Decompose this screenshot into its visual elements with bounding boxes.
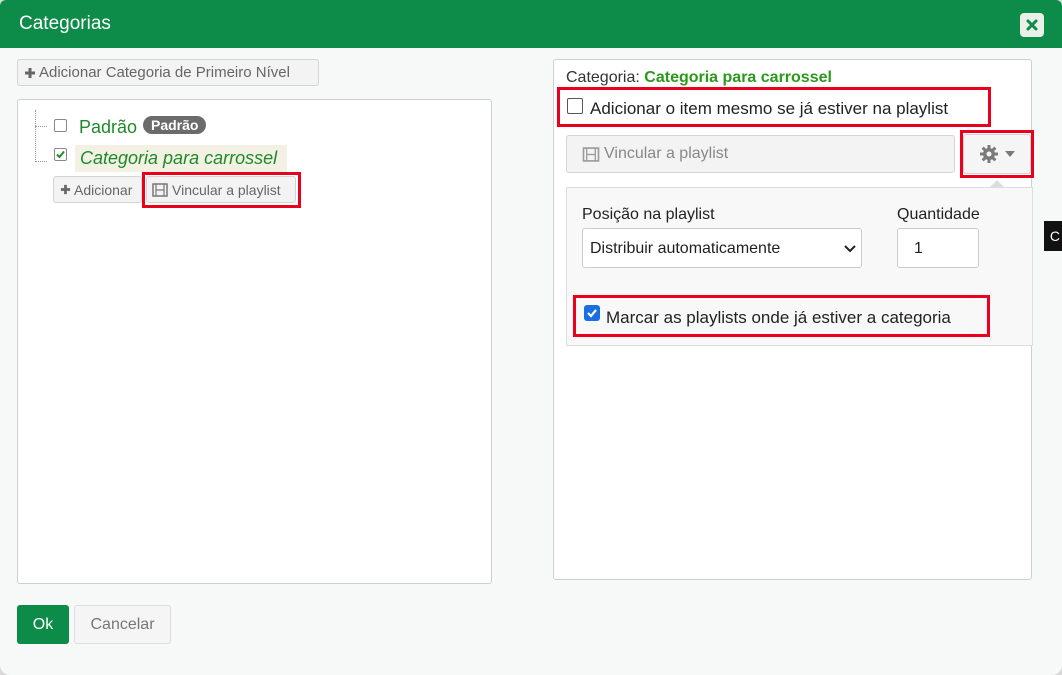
position-label: Posição na playlist (582, 206, 715, 223)
add-even-if-present-checkbox[interactable] (567, 98, 583, 114)
add-top-level-category-button[interactable]: Adicionar Categoria de Primeiro Nível (17, 59, 319, 86)
settings-dropdown-button[interactable] (963, 134, 1031, 174)
dialog-title: Categorias (19, 13, 111, 34)
position-select-value: Distribuir automaticamente (590, 240, 781, 257)
category-title: Categoria: Categoria para carrossel (566, 69, 832, 87)
ok-button[interactable]: Ok (17, 605, 69, 644)
caret-down-icon (1005, 151, 1015, 157)
close-icon (1026, 19, 1038, 31)
quantity-input[interactable]: 1 (897, 228, 979, 268)
check-icon (587, 309, 597, 318)
add-top-level-category-label: Adicionar Categoria de Primeiro Nível (39, 64, 290, 81)
link-playlist-button[interactable]: Vincular a playlist (566, 135, 955, 173)
categories-dialog: Categorias Adicionar Categoria de Primei… (0, 0, 1062, 675)
film-icon (152, 182, 168, 197)
close-button[interactable] (1020, 13, 1044, 37)
link-playlist-tree-label: Vincular a playlist (172, 181, 281, 198)
tree-item-label-padrao[interactable]: Padrão (79, 117, 137, 138)
gear-icon (980, 145, 998, 163)
add-even-if-present-label: Adicionar o item mesmo se já estiver na … (590, 99, 949, 118)
link-playlist-label: Vincular a playlist (604, 145, 729, 162)
link-playlist-tree-button[interactable]: Vincular a playlist (146, 176, 296, 203)
quantity-label: Quantidade (897, 206, 980, 223)
cancel-button[interactable]: Cancelar (74, 605, 171, 644)
plus-icon (60, 184, 71, 195)
position-select[interactable]: Distribuir automaticamente (582, 228, 862, 268)
mark-playlists-checkbox[interactable] (584, 305, 600, 321)
mark-playlists-label: Marcar as playlists onde já estiver a ca… (606, 308, 951, 327)
check-icon (56, 150, 65, 159)
quantity-value: 1 (914, 240, 923, 257)
tree-connector (35, 161, 47, 162)
tree-item-label-carrossel[interactable]: Categoria para carrossel (80, 148, 277, 169)
tree-connector (35, 126, 47, 127)
tree-item-checkbox-padrao[interactable] (54, 119, 67, 132)
plus-icon (25, 67, 35, 78)
add-subcategory-button[interactable]: Adicionar (53, 176, 142, 203)
film-icon (582, 146, 600, 162)
tooltip: C (1044, 221, 1062, 251)
category-prefix: Categoria: (566, 69, 640, 86)
add-subcategory-label: Adicionar (74, 181, 133, 198)
chevron-down-icon (844, 245, 856, 253)
default-badge: Padrão (143, 116, 207, 134)
category-name: Categoria para carrossel (644, 69, 832, 86)
tree-connector (35, 110, 36, 162)
tree-item-checkbox-carrossel[interactable] (54, 148, 67, 161)
dialog-header: Categorias (0, 0, 1062, 48)
settings-panel-arrow (989, 180, 1005, 188)
